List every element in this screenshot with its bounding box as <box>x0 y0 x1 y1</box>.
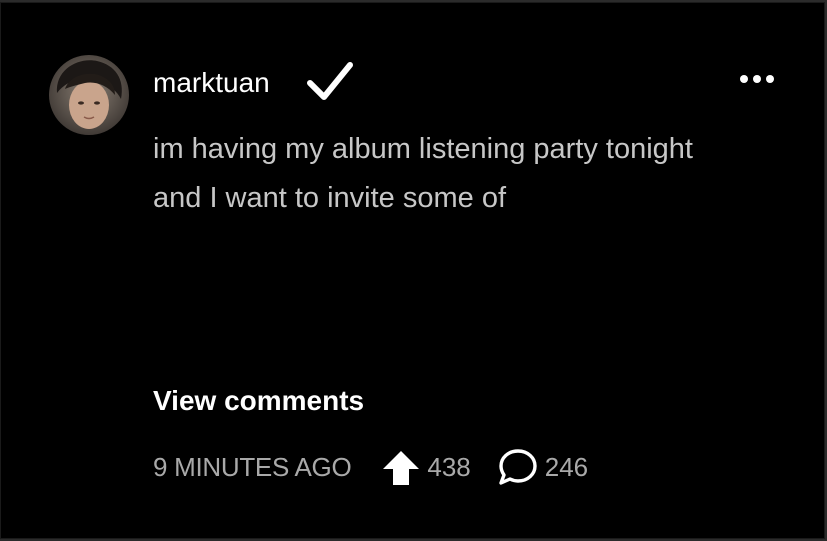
post-card: marktuan im having my album listening pa… <box>0 2 825 539</box>
view-comments-link[interactable]: View comments <box>153 381 364 421</box>
username[interactable]: marktuan <box>153 63 270 103</box>
avatar[interactable] <box>49 55 129 135</box>
post-meta: 9 MINUTES AGO 438 246 <box>153 447 588 487</box>
comment-count: 246 <box>544 451 589 482</box>
arrow-up-icon[interactable] <box>379 447 423 487</box>
more-options-icon[interactable] <box>737 71 777 87</box>
speech-bubble-icon[interactable] <box>497 447 539 487</box>
post-body-line: and I want to invite some of <box>153 182 507 214</box>
upvote-count: 438 <box>427 451 471 482</box>
checkmark-icon <box>307 62 353 100</box>
post-body-line: im having my album listening party tonig… <box>153 133 693 165</box>
timestamp: 9 MINUTES AGO <box>153 451 352 482</box>
post-body: im having my album listening party tonig… <box>153 125 793 223</box>
